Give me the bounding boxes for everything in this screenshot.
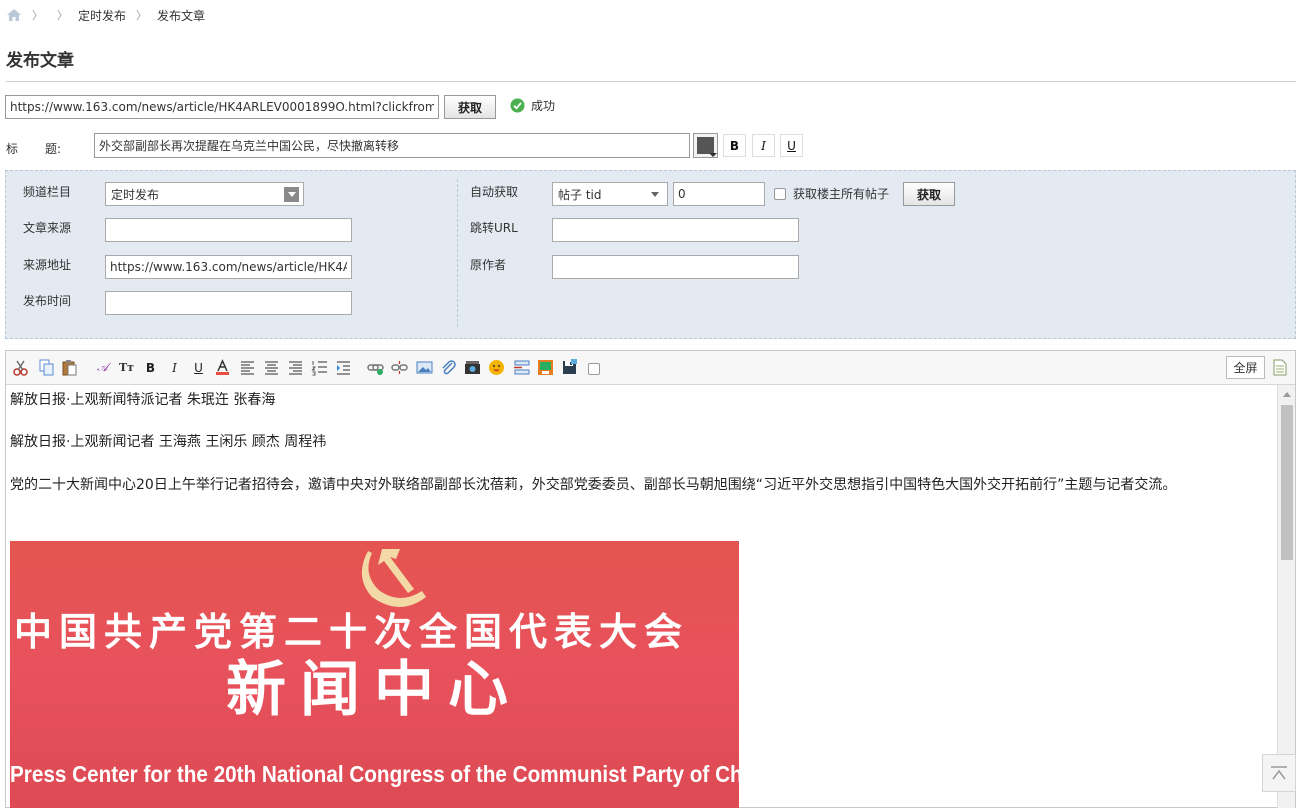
- auto-fetch-select-value: 帖子 tid: [558, 187, 602, 202]
- title-label: 标 题:: [6, 140, 61, 157]
- channel-select-value: 定时发布: [111, 187, 160, 202]
- video-icon[interactable]: [464, 359, 481, 376]
- breadcrumb: 〉 〉 定时发布 〉 发布文章: [6, 6, 205, 24]
- toolbar-checkbox[interactable]: [588, 363, 600, 375]
- options-panel: 频道栏目 定时发布 文章来源 来源地址 发布时间 自动获取 帖子 tid 获取楼…: [5, 170, 1296, 339]
- channel-label: 频道栏目: [23, 185, 72, 199]
- fullscreen-button[interactable]: 全屏: [1226, 356, 1265, 379]
- font-family-icon[interactable]: 𝒜: [94, 359, 111, 376]
- paragraph: 解放日报·上观新闻特派记者 朱珉迕 张春海: [10, 392, 276, 408]
- link-icon[interactable]: [367, 359, 384, 376]
- ordered-list-icon[interactable]: [311, 359, 328, 376]
- editor-scrollbar[interactable]: [1277, 385, 1295, 808]
- unlink-icon[interactable]: [391, 359, 408, 376]
- breadcrumb-separator-icon: 〉: [32, 9, 43, 22]
- fetch-all-label: 获取楼主所有帖子: [793, 187, 890, 201]
- editor-content[interactable]: 解放日报·上观新闻特派记者 朱珉迕 张春海 解放日报·上观新闻记者 王海燕 王闲…: [10, 385, 1276, 808]
- channel-select[interactable]: 定时发布: [105, 182, 304, 206]
- title-divider: [6, 81, 1296, 82]
- back-to-top-icon: [1271, 766, 1287, 780]
- article-url-input[interactable]: [5, 95, 439, 119]
- title-label-part: 标: [6, 142, 19, 156]
- success-check-icon: [510, 98, 525, 112]
- breadcrumb-separator-icon: 〉: [136, 9, 148, 22]
- panel-divider: [457, 179, 458, 327]
- source-url-label: 来源地址: [23, 258, 72, 272]
- breadcrumb-item-publish: 发布文章: [157, 8, 206, 23]
- source-label: 文章来源: [23, 221, 72, 235]
- dropdown-arrow-icon: [651, 192, 659, 197]
- author-label: 原作者: [470, 258, 507, 272]
- dropdown-arrow-icon: [284, 187, 299, 202]
- author-input[interactable]: [552, 255, 799, 279]
- italic-icon[interactable]: I: [166, 359, 183, 376]
- image-icon[interactable]: [416, 359, 433, 376]
- source-url-input[interactable]: [105, 255, 352, 279]
- font-size-icon[interactable]: Tт: [118, 359, 135, 376]
- breadcrumb-item-schedule[interactable]: 定时发布: [78, 7, 126, 24]
- breadcrumb-separator-icon: 〉: [57, 9, 68, 22]
- title-label-part: 题:: [45, 142, 62, 156]
- fetch-all-checkbox[interactable]: [774, 188, 786, 200]
- photo-banner-line3: Press Center for the 20th National Congr…: [10, 761, 739, 787]
- paragraph: 解放日报·上观新闻记者 王海燕 王闲乐 顾杰 周程祎: [10, 434, 327, 450]
- rich-text-editor: 𝒜 Tт B I U 全屏 解放日报·上观新闻特派记者 朱珉迕 张春海 解放日报…: [5, 350, 1296, 808]
- source-input[interactable]: [105, 218, 352, 242]
- photo-banner-line1: 中国共产党第二十次全国代表大会: [14, 610, 690, 654]
- redirect-url-input[interactable]: [552, 218, 799, 242]
- scroll-thumb[interactable]: [1281, 405, 1293, 560]
- title-underline-button[interactable]: U: [780, 134, 803, 157]
- align-left-icon[interactable]: [239, 359, 256, 376]
- editor-toolbar: 𝒜 Tт B I U 全屏: [6, 351, 1295, 385]
- align-center-icon[interactable]: [263, 359, 280, 376]
- home-icon[interactable]: [6, 8, 22, 22]
- tid-input[interactable]: [673, 182, 765, 206]
- title-bold-button[interactable]: B: [723, 134, 746, 157]
- cut-icon[interactable]: [12, 359, 29, 376]
- copy-icon[interactable]: [38, 359, 55, 376]
- auto-fetch-button[interactable]: 获取: [903, 182, 955, 206]
- fetch-status-text: 成功: [531, 98, 556, 113]
- save-icon[interactable]: [561, 359, 578, 376]
- fetch-button[interactable]: 获取: [444, 95, 496, 119]
- insert-row-icon[interactable]: [513, 359, 530, 376]
- title-italic-button[interactable]: I: [752, 134, 775, 157]
- redirect-url-label: 跳转URL: [470, 221, 518, 235]
- hammer-sickle-emblem-icon: [361, 549, 426, 607]
- indent-icon[interactable]: [335, 359, 352, 376]
- paragraph: 党的二十大新闻中心20日上午举行记者招待会，邀请中央对外联络部副部长沈蓓莉，外交…: [10, 477, 1177, 493]
- source-code-icon[interactable]: [1273, 359, 1287, 376]
- photo-banner-line2: 新闻中心: [226, 655, 522, 725]
- align-right-icon[interactable]: [287, 359, 304, 376]
- paste-icon[interactable]: [61, 359, 78, 376]
- attachment-icon[interactable]: [440, 359, 457, 376]
- scroll-up-icon[interactable]: [1283, 392, 1291, 397]
- auto-fetch-select[interactable]: 帖子 tid: [552, 182, 668, 206]
- emoji-icon[interactable]: [488, 359, 505, 376]
- publish-time-label: 发布时间: [23, 294, 72, 308]
- font-color-icon[interactable]: [214, 359, 231, 376]
- insert-gallery-icon[interactable]: [537, 359, 554, 376]
- title-color-picker[interactable]: [693, 133, 718, 158]
- auto-fetch-label: 自动获取: [470, 185, 519, 199]
- article-photo[interactable]: 中国共产党第二十次全国代表大会 新闻中心 Press Center for th…: [10, 541, 739, 808]
- publish-time-input[interactable]: [105, 291, 352, 315]
- underline-icon[interactable]: U: [190, 359, 207, 376]
- bold-icon[interactable]: B: [142, 359, 159, 376]
- page-title: 发布文章: [6, 51, 74, 71]
- title-input[interactable]: [94, 133, 690, 158]
- back-to-top-button[interactable]: [1262, 754, 1296, 792]
- color-swatch-icon: [697, 137, 717, 157]
- fetch-status: 成功: [510, 96, 555, 114]
